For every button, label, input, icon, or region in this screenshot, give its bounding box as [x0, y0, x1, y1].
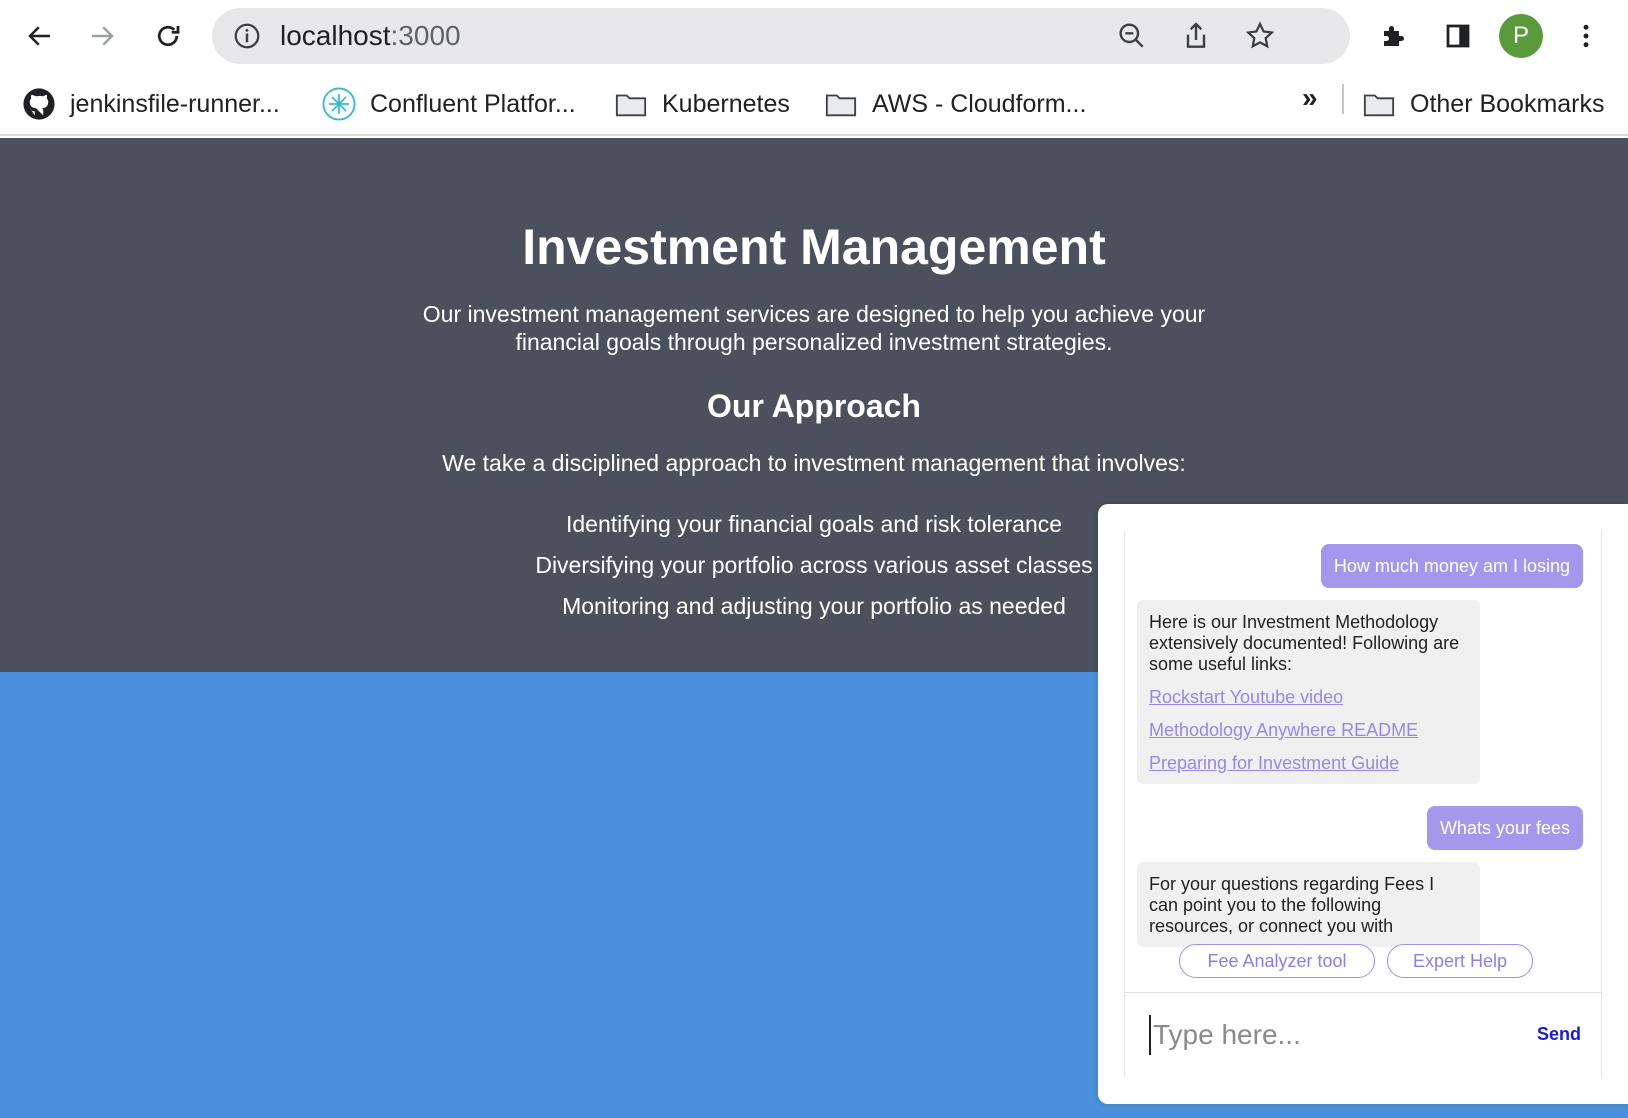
folder-icon — [825, 94, 857, 117]
folder-icon — [1363, 94, 1395, 117]
bookmark-kubernetes[interactable]: Kubernetes — [614, 84, 790, 124]
url-text[interactable]: localhost:3000 — [280, 20, 461, 52]
bot-message: Here is our Investment Methodology exten… — [1137, 600, 1480, 784]
address-bar[interactable]: localhost:3000 — [212, 8, 1350, 64]
link-rockstart-youtube-video[interactable]: Rockstart Youtube video — [1149, 687, 1468, 708]
forward-button[interactable] — [80, 14, 124, 58]
link-preparing-for-investment-guide[interactable]: Preparing for Investment Guide — [1149, 753, 1468, 774]
bookmarks-divider — [1342, 84, 1344, 114]
chat-composer: Send — [1125, 992, 1601, 1078]
star-icon[interactable] — [1244, 20, 1276, 52]
side-panel-icon — [1446, 24, 1470, 48]
github-icon — [23, 88, 55, 120]
back-button[interactable] — [18, 14, 62, 58]
link-methodology-anywhere-readme[interactable]: Methodology Anywhere README — [1149, 720, 1468, 741]
bookmark-aws-cloudformation[interactable]: AWS - Cloudform... — [824, 84, 1086, 124]
other-bookmarks[interactable]: Other Bookmarks — [1362, 84, 1605, 124]
url-port: :3000 — [390, 20, 461, 51]
more-vert-icon — [1583, 24, 1589, 48]
bookmark-jenkinsfile-runner[interactable]: jenkinsfile-runner... — [22, 84, 280, 124]
quick-reply-fee-analyzer[interactable]: Fee Analyzer tool — [1179, 944, 1375, 978]
arrow-left-icon — [28, 26, 50, 46]
folder-icon — [615, 94, 647, 117]
bookmark-label: jenkinsfile-runner... — [70, 89, 280, 118]
bookmarks-bar: jenkinsfile-runner... Confluent Platfor.… — [0, 72, 1628, 136]
page-description: Our investment management services are d… — [422, 301, 1206, 355]
bookmarks-overflow-button[interactable]: » — [1302, 82, 1318, 114]
bookmark-label: Confluent Platfor... — [370, 89, 576, 118]
chat-input[interactable] — [1149, 1015, 1489, 1055]
other-bookmarks-label: Other Bookmarks — [1410, 89, 1605, 118]
bookmark-label: AWS - Cloudform... — [872, 89, 1087, 118]
browser-toolbar: localhost:3000 P — [0, 0, 1628, 72]
reload-icon — [157, 25, 180, 47]
info-icon[interactable] — [232, 21, 262, 51]
arrow-right-icon — [92, 26, 114, 46]
share-icon[interactable] — [1180, 20, 1212, 52]
menu-button[interactable] — [1564, 14, 1608, 58]
chat-widget: How much money am I losing Here is our I… — [1098, 504, 1628, 1104]
approach-heading: Our Approach — [707, 388, 921, 424]
approach-intro: We take a disciplined approach to invest… — [442, 450, 1186, 476]
extensions-button[interactable] — [1372, 14, 1416, 58]
bot-message-text: For your questions regarding Fees I can … — [1149, 874, 1435, 936]
bookmark-label: Kubernetes — [662, 89, 790, 118]
profile-avatar[interactable]: P — [1499, 14, 1543, 58]
puzzle-icon — [1384, 26, 1404, 46]
user-message: How much money am I losing — [1320, 544, 1583, 588]
bookmark-confluent-platform[interactable]: Confluent Platfor... — [322, 84, 576, 124]
bot-message-text: Here is our Investment Methodology exten… — [1149, 612, 1460, 674]
chat-container: How much money am I losing Here is our I… — [1124, 530, 1602, 1078]
url-host: localhost — [280, 20, 391, 51]
side-panel-button[interactable] — [1436, 14, 1480, 58]
confluent-icon — [322, 87, 356, 121]
quick-reply-expert-help[interactable]: Expert Help — [1387, 944, 1533, 978]
zoom-icon[interactable] — [1116, 20, 1148, 52]
page-title: Investment Management — [522, 219, 1106, 275]
user-message: Whats your fees — [1426, 806, 1583, 850]
chat-messages[interactable]: How much money am I losing Here is our I… — [1125, 530, 1601, 956]
send-button[interactable]: Send — [1537, 1024, 1581, 1045]
bot-message: For your questions regarding Fees I can … — [1137, 862, 1480, 947]
reload-button[interactable] — [146, 14, 190, 58]
